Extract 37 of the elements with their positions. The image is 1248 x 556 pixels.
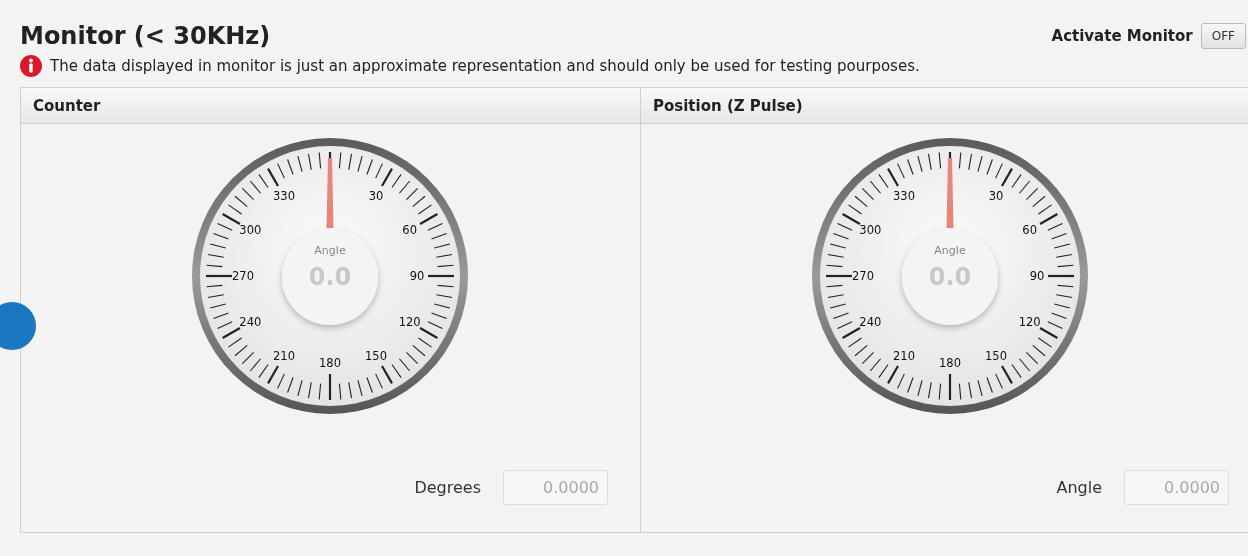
scale-label: 150 [364, 348, 387, 363]
gauge-caption: Angle [934, 244, 966, 258]
field-label: Degrees [414, 476, 481, 499]
page-title: Monitor (< 30KHz) [20, 22, 271, 51]
scale-label: 30 [368, 189, 383, 204]
scale-label: 60 [401, 223, 417, 238]
scale-label: 90 [409, 269, 424, 284]
scale-label: 210 [272, 348, 295, 363]
scale-label: 60 [1022, 223, 1037, 238]
info-icon [20, 55, 42, 78]
scale-label: 240 [238, 315, 261, 330]
scale-label: 180 [318, 356, 341, 371]
panel-header: Position (Z Pulse) [641, 88, 1248, 125]
scale-label: 240 [859, 315, 882, 330]
scale-label: 270 [231, 269, 254, 284]
toggle-switch[interactable]: OFF [1200, 23, 1246, 50]
scale-label: 300 [238, 223, 261, 238]
scale-label: 150 [985, 348, 1007, 363]
input-field[interactable]: 0.0000 [503, 470, 608, 506]
scale-label: 120 [1018, 315, 1041, 330]
scale-label: 90 [1029, 269, 1045, 284]
scale-label: 270 [852, 269, 874, 284]
input-field[interactable]: 0.0000 [1124, 470, 1229, 506]
scale-label: 210 [893, 348, 915, 363]
scale-label: 300 [859, 223, 882, 238]
needle [326, 158, 333, 229]
notice-text: The data displayed in monitor is just an approximate representation and should only be used for testing pourposes. [50, 55, 920, 77]
scale-label: 30 [988, 189, 1004, 204]
toggle-label: Activate Monitor [1051, 26, 1193, 48]
panel-header: Counter [21, 88, 640, 125]
scale-label: 120 [398, 315, 421, 330]
scale-label: 330 [272, 189, 295, 204]
field-label: Angle [1056, 476, 1102, 499]
needle [946, 158, 954, 229]
gauge-caption: Angle [313, 244, 346, 258]
scale-label: 330 [893, 189, 915, 204]
scale-label: 180 [939, 356, 961, 371]
